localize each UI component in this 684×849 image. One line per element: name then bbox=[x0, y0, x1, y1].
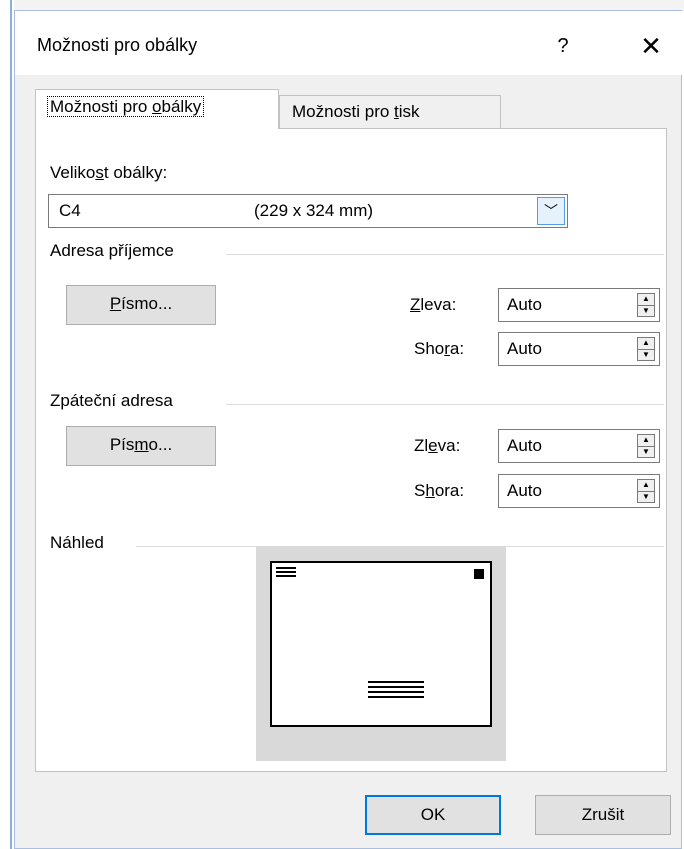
spinner-icon[interactable]: ▲ ▼ bbox=[637, 337, 655, 361]
envelope-preview-sheet bbox=[270, 561, 492, 727]
envelope-size-code: C4 bbox=[59, 201, 81, 220]
return-top-label: Shora: bbox=[414, 481, 465, 500]
recipient-top-field[interactable]: Auto ▲ ▼ bbox=[498, 332, 660, 366]
envelope-options-panel: Velikost obálky: C4 (229 x 324 mm) ﹀ Adr… bbox=[35, 128, 667, 772]
recipient-address-heading: Adresa příjemce bbox=[50, 241, 174, 260]
envelope-preview bbox=[256, 547, 506, 761]
section-divider bbox=[226, 254, 664, 255]
envelope-size-label: Velikost obálky: bbox=[50, 163, 168, 182]
title-bar: Možnosti pro obálky ? ✕ bbox=[15, 11, 683, 75]
recipient-top-label: Shora: bbox=[414, 339, 465, 358]
recipient-font-button[interactable]: Písmo... bbox=[66, 285, 216, 325]
preview-heading: Náhled bbox=[50, 533, 104, 552]
chevron-down-icon[interactable]: ﹀ bbox=[537, 197, 565, 225]
envelope-size-dimensions: (229 x 324 mm) bbox=[254, 201, 374, 220]
return-left-label: Zleva: bbox=[414, 436, 461, 455]
recipient-left-field[interactable]: Auto ▲ ▼ bbox=[498, 288, 660, 322]
spinner-icon[interactable]: ▲ ▼ bbox=[637, 293, 655, 317]
tab-envelope-options[interactable]: Možnosti pro obálky bbox=[35, 89, 279, 129]
background-window-edge bbox=[10, 0, 12, 849]
envelope-size-select[interactable]: C4 (229 x 324 mm) ﹀ bbox=[48, 194, 568, 228]
ok-button[interactable]: OK bbox=[365, 795, 501, 835]
spinner-icon[interactable]: ▲ ▼ bbox=[637, 479, 655, 503]
recipient-left-label: Zleva: bbox=[410, 295, 457, 314]
envelope-options-dialog: Možnosti pro obálky ? ✕ Možnosti pro obá… bbox=[14, 10, 683, 849]
section-divider bbox=[226, 404, 664, 405]
return-top-field[interactable]: Auto ▲ ▼ bbox=[498, 474, 660, 508]
spinner-icon[interactable]: ▲ ▼ bbox=[637, 434, 655, 458]
return-address-lines-icon bbox=[276, 567, 296, 577]
return-address-heading: Zpáteční adresa bbox=[50, 391, 173, 410]
stamp-icon bbox=[474, 569, 484, 579]
return-left-field[interactable]: Auto ▲ ▼ bbox=[498, 429, 660, 463]
recipient-address-lines-icon bbox=[368, 681, 424, 698]
return-font-button[interactable]: Písmo... bbox=[66, 426, 216, 466]
tab-printing-options[interactable]: Možnosti pro tisk bbox=[279, 95, 501, 129]
help-button[interactable]: ? bbox=[545, 29, 581, 63]
dialog-title: Možnosti pro obálky bbox=[37, 35, 198, 55]
cancel-button[interactable]: Zrušit bbox=[535, 795, 671, 835]
tab-envelope-options-label: Možnosti pro obálky bbox=[46, 96, 205, 117]
close-button[interactable]: ✕ bbox=[631, 29, 671, 63]
